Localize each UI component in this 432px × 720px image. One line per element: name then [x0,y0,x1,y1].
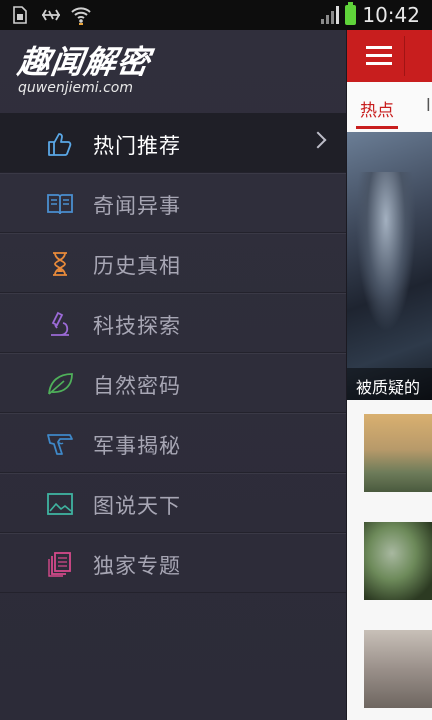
menu-item-pictures[interactable]: 图说天下 [0,473,346,533]
category-tabs: 热点 l [346,82,432,133]
tab-hot[interactable]: 热点 [360,96,394,121]
menu-label: 历史真相 [93,254,181,278]
hamburger-icon [366,46,392,49]
tab-next[interactable]: l [426,96,431,116]
menu-label: 热门推荐 [93,134,181,158]
menu-label: 科技探索 [93,314,181,338]
documents-icon [46,551,74,577]
wifi-icon [70,5,91,25]
app-header [346,30,432,82]
status-bar: 10:42 [0,0,432,30]
navigation-drawer: 趣闻解密 quwenjiemi.com 热门推荐 奇闻异事 历史真相 科技探索 … [0,30,347,720]
hourglass-icon [46,251,74,277]
list-item[interactable] [346,616,432,720]
brand-logo: 趣闻解密 quwenjiemi.com [15,43,153,96]
menu-item-nature[interactable]: 自然密码 [0,353,346,413]
news-thumbnail [364,630,432,708]
tab-indicator [356,126,398,129]
menu-button[interactable] [352,36,405,76]
open-book-icon [46,191,74,217]
thumbs-up-icon [46,131,74,157]
menu-item-hot[interactable]: 热门推荐 [0,113,346,173]
hero-caption: 被质疑的 [346,368,432,400]
menu-item-military[interactable]: 军事揭秘 [0,413,346,473]
list-item[interactable] [346,508,432,617]
microscope-icon [46,311,74,337]
chevron-right-icon [309,131,327,149]
news-thumbnail [364,414,432,492]
menu-item-science[interactable]: 科技探索 [0,293,346,353]
brand-title: 趣闻解密 [15,43,153,81]
picture-icon [46,491,74,517]
hero-banner[interactable]: 被质疑的 [346,132,432,400]
menu-label: 自然密码 [93,374,181,398]
signal-icon [321,6,340,24]
menu-item-strange[interactable]: 奇闻异事 [0,173,346,233]
menu-label: 独家专题 [93,554,181,578]
menu-item-history[interactable]: 历史真相 [0,233,346,293]
list-item[interactable] [346,400,432,509]
gun-icon [46,431,74,457]
battery-icon [345,2,357,25]
drawer-menu: 热门推荐 奇闻异事 历史真相 科技探索 自然密码 军事揭秘 图说天下 独家专题 [0,113,346,593]
sim-icon [10,5,30,25]
hero-image [356,172,416,332]
menu-item-special[interactable]: 独家专题 [0,533,346,593]
usb-icon [40,5,61,25]
menu-label: 军事揭秘 [93,434,181,458]
brand-subtitle: quwenjiemi.com [18,80,133,96]
menu-label: 奇闻异事 [93,194,181,218]
clock: 10:42 [362,3,420,27]
news-thumbnail [364,522,432,600]
menu-label: 图说天下 [93,494,181,518]
news-content: 热点 l 被质疑的 [346,30,432,720]
leaf-icon [46,371,74,397]
